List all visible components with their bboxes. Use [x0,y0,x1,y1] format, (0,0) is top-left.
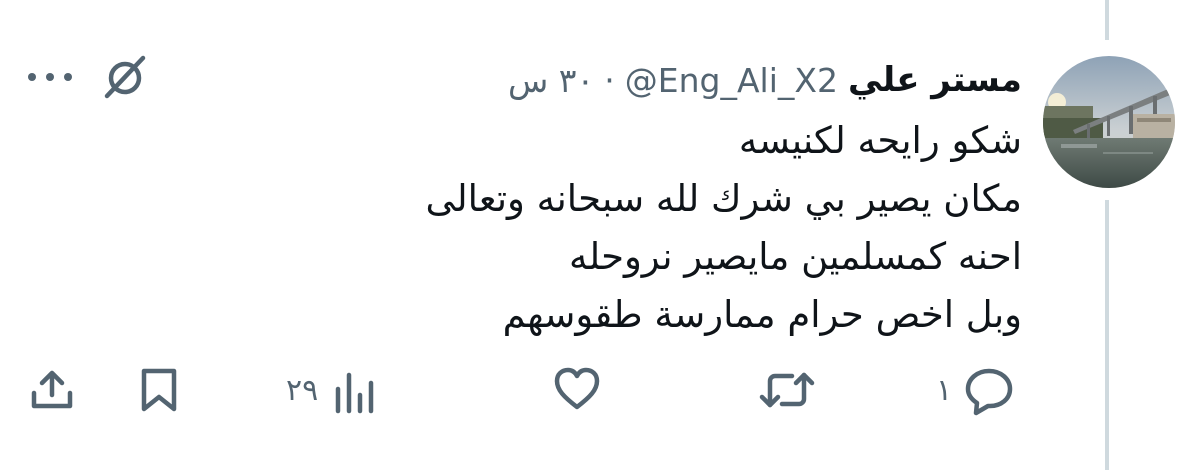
retweet-button[interactable] [758,355,816,425]
tweet-header: مستر علي @Eng_Ali_X2 · ٣٠ س [508,52,1022,108]
views-button[interactable]: ٢٩ [286,355,376,425]
tweet-line: وبل اخص حرام ممارسة طقوسهم [502,293,1022,336]
tweet-actions: ٢٩ ١ [0,355,1200,425]
tweet-line: شكو رايحه لكنيسه [738,119,1022,162]
tweet-line: مكان يصير بي شرك لله سبحانه وتعالى [425,177,1023,220]
retweet-icon [759,372,815,408]
thread-line [1105,200,1109,470]
tweet-timestamp[interactable]: ٣٠ س [508,61,594,100]
reply-button[interactable]: ١ [936,355,1016,425]
like-icon [554,367,600,410]
tweet-line: احنه كمسلمين مايصير نروحله [568,235,1022,278]
views-icon [335,372,374,414]
author-handle[interactable]: @Eng_Ali_X2 [625,61,838,100]
thread-line [1105,0,1109,40]
reply-icon [965,368,1013,416]
share-icon [31,370,73,409]
author-name[interactable]: مستر علي [848,60,1022,100]
grok-icon[interactable] [98,50,152,104]
bookmark-icon [141,368,177,412]
more-icon[interactable] [22,60,78,94]
views-count: ٢٩ [286,372,319,408]
bookmark-button[interactable] [135,355,183,425]
share-button[interactable] [25,355,79,425]
tweet-text: شكو رايحه لكنيسه مكان يصير بي شرك لله سب… [262,112,1023,344]
separator-dot: · [604,60,615,100]
like-button[interactable] [552,355,602,425]
reply-count: ١ [936,372,953,408]
avatar[interactable] [1043,56,1175,188]
